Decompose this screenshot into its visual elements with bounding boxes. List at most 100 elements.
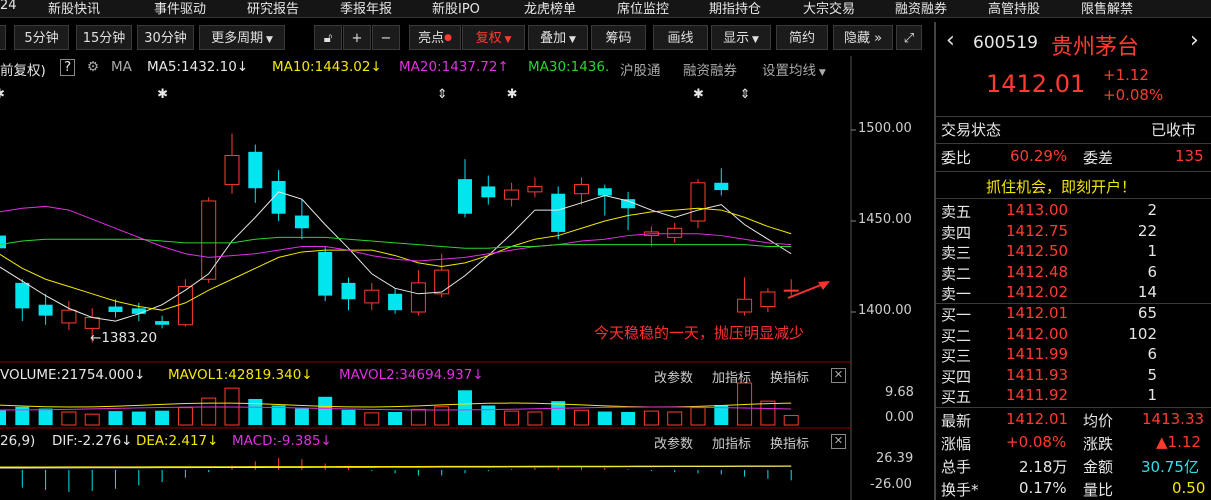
asks-volume-2: 1 [1147, 242, 1157, 260]
latest-value: 1412.01 [1006, 410, 1069, 428]
volume-switch-indicator-button[interactable]: 换指标 [770, 367, 809, 386]
asks-label-3: 卖二 [941, 264, 972, 283]
bids-price-2: 1411.99 [1006, 345, 1069, 363]
trade-status-value: 已收市 [1151, 121, 1197, 139]
volume-bar [248, 398, 263, 425]
volume-bar [783, 415, 799, 426]
menu-item-11[interactable]: 高管持股 [988, 0, 1040, 17]
macd-switch-indicator-button[interactable]: 换指标 [770, 433, 809, 452]
weicha-label: 委差 [1083, 149, 1114, 167]
volume-bar [201, 397, 217, 426]
volume-bar [318, 396, 333, 425]
candle-body [783, 289, 799, 292]
volume-bar [667, 411, 683, 426]
macd-close-icon[interactable]: ✕ [831, 434, 846, 449]
candle-body [0, 235, 6, 249]
bids-price-4: 1411.92 [1006, 386, 1069, 404]
arrow-left-icon: ← [90, 330, 102, 346]
asks-volume-3: 6 [1147, 262, 1157, 281]
latest-label: 最新 [941, 412, 972, 430]
candle-body [61, 309, 77, 324]
turnover-value: 0.17% [1019, 479, 1067, 497]
macd-legend: MACD:-9.385↓ [232, 433, 332, 449]
trade-status-label: 交易状态 [941, 121, 1002, 139]
volume-add-indicator-button[interactable]: 加指标 [712, 367, 751, 386]
low-price-text: 1383.20 [101, 330, 158, 346]
promo-link[interactable]: 抓住机会，即刻开户！ [986, 176, 1136, 197]
candle-body [155, 321, 170, 325]
volume-close-icon[interactable]: ✕ [831, 368, 846, 383]
event-marker-icon: ⇕ [740, 87, 751, 102]
candle-body [667, 227, 683, 238]
arrow-down-icon: ↓ [121, 433, 133, 449]
arrow-down-icon: ↓ [207, 433, 219, 449]
volume-bar [271, 405, 286, 425]
weicha-value: 135 [1175, 147, 1204, 165]
volume-bar [108, 411, 123, 425]
amount-value: 30.75亿 [1141, 458, 1199, 476]
volume-bar [341, 409, 356, 425]
macd-axis-top: 26.39 [876, 451, 914, 466]
candle-body [458, 179, 472, 214]
prev-stock-chevron-icon[interactable]: ‹ [946, 28, 955, 53]
volume-axis-bottom: 0.00 [885, 410, 914, 425]
price-axis-1500: 1500.00 [858, 121, 912, 136]
total-volume-value: 2.18万 [1019, 458, 1068, 476]
bids-volume-3: 5 [1147, 365, 1157, 384]
candle-body [434, 269, 450, 295]
asks-label-4: 卖一 [941, 285, 972, 303]
bids-price-3: 1411.93 [1006, 365, 1069, 384]
dea-text: DEA:2.417 [136, 433, 208, 449]
candle-body [504, 189, 520, 200]
candle-body [108, 306, 123, 312]
volume-bar [61, 411, 77, 426]
bids-price-1: 1412.00 [1006, 324, 1069, 343]
candle-body [131, 308, 146, 314]
volume-axis-top: 9.68 [885, 385, 914, 400]
asks-price-0: 1413.00 [1006, 201, 1069, 219]
stock-name: 贵州茅台 [1051, 35, 1140, 60]
change-label: 涨跌 [1083, 435, 1114, 453]
bids-volume-2: 6 [1147, 345, 1157, 363]
bids-label-1: 买二 [941, 326, 972, 345]
ma20-line [0, 205, 792, 262]
mavol1-line [0, 402, 792, 408]
candle-body [341, 282, 356, 300]
kline-chart[interactable]: ✱ ✱ ⇕ ✱ ✱ ⇕ [0, 0, 934, 500]
arrow-down-icon: ↓ [301, 367, 313, 383]
next-stock-chevron-icon[interactable]: › [1190, 28, 1199, 53]
volume-change-params-button[interactable]: 改参数 [654, 367, 693, 386]
price-change: +1.12 [1103, 66, 1149, 84]
weibi-label: 委比 [941, 149, 972, 167]
avg-price-label: 均价 [1083, 412, 1114, 430]
volume-bar [481, 405, 496, 425]
dif-legend: DIF:-2.276↓ [52, 433, 132, 449]
asks-price-4: 1412.02 [1006, 283, 1069, 301]
bids-price-0: 1412.01 [1006, 304, 1069, 322]
price-change-pct: +0.08% [1103, 86, 1164, 104]
volume-bar [38, 408, 53, 425]
low-price-marker: ←1383.20 [90, 330, 157, 346]
candle-body [551, 193, 566, 232]
volume-bar [410, 408, 426, 426]
volume-bar [84, 413, 100, 426]
candle-body [15, 282, 30, 309]
arrow-down-icon: ↓ [134, 367, 146, 383]
candle-body [294, 215, 309, 229]
candle-body [410, 282, 426, 313]
candles [0, 133, 799, 343]
macd-add-indicator-button[interactable]: 加指标 [712, 433, 751, 452]
event-marker-icon: ⇕ [437, 87, 448, 102]
candle-body [177, 286, 193, 326]
macd-change-params-button[interactable]: 改参数 [654, 433, 693, 452]
dif-text: DIF:-2.276 [52, 433, 122, 449]
event-marker-icon: ✱ [0, 87, 5, 102]
candle-body [318, 251, 333, 296]
menu-item-12[interactable]: 限售解禁 [1081, 0, 1133, 17]
candle-body [224, 154, 240, 186]
mavol2-text: MAVOL2:34694.937 [339, 367, 473, 383]
candle-body [597, 188, 612, 196]
macd-text: MACD:-9.385 [232, 433, 321, 449]
volume-text: VOLUME:21754.000 [0, 367, 135, 383]
volume-bar [690, 407, 706, 426]
